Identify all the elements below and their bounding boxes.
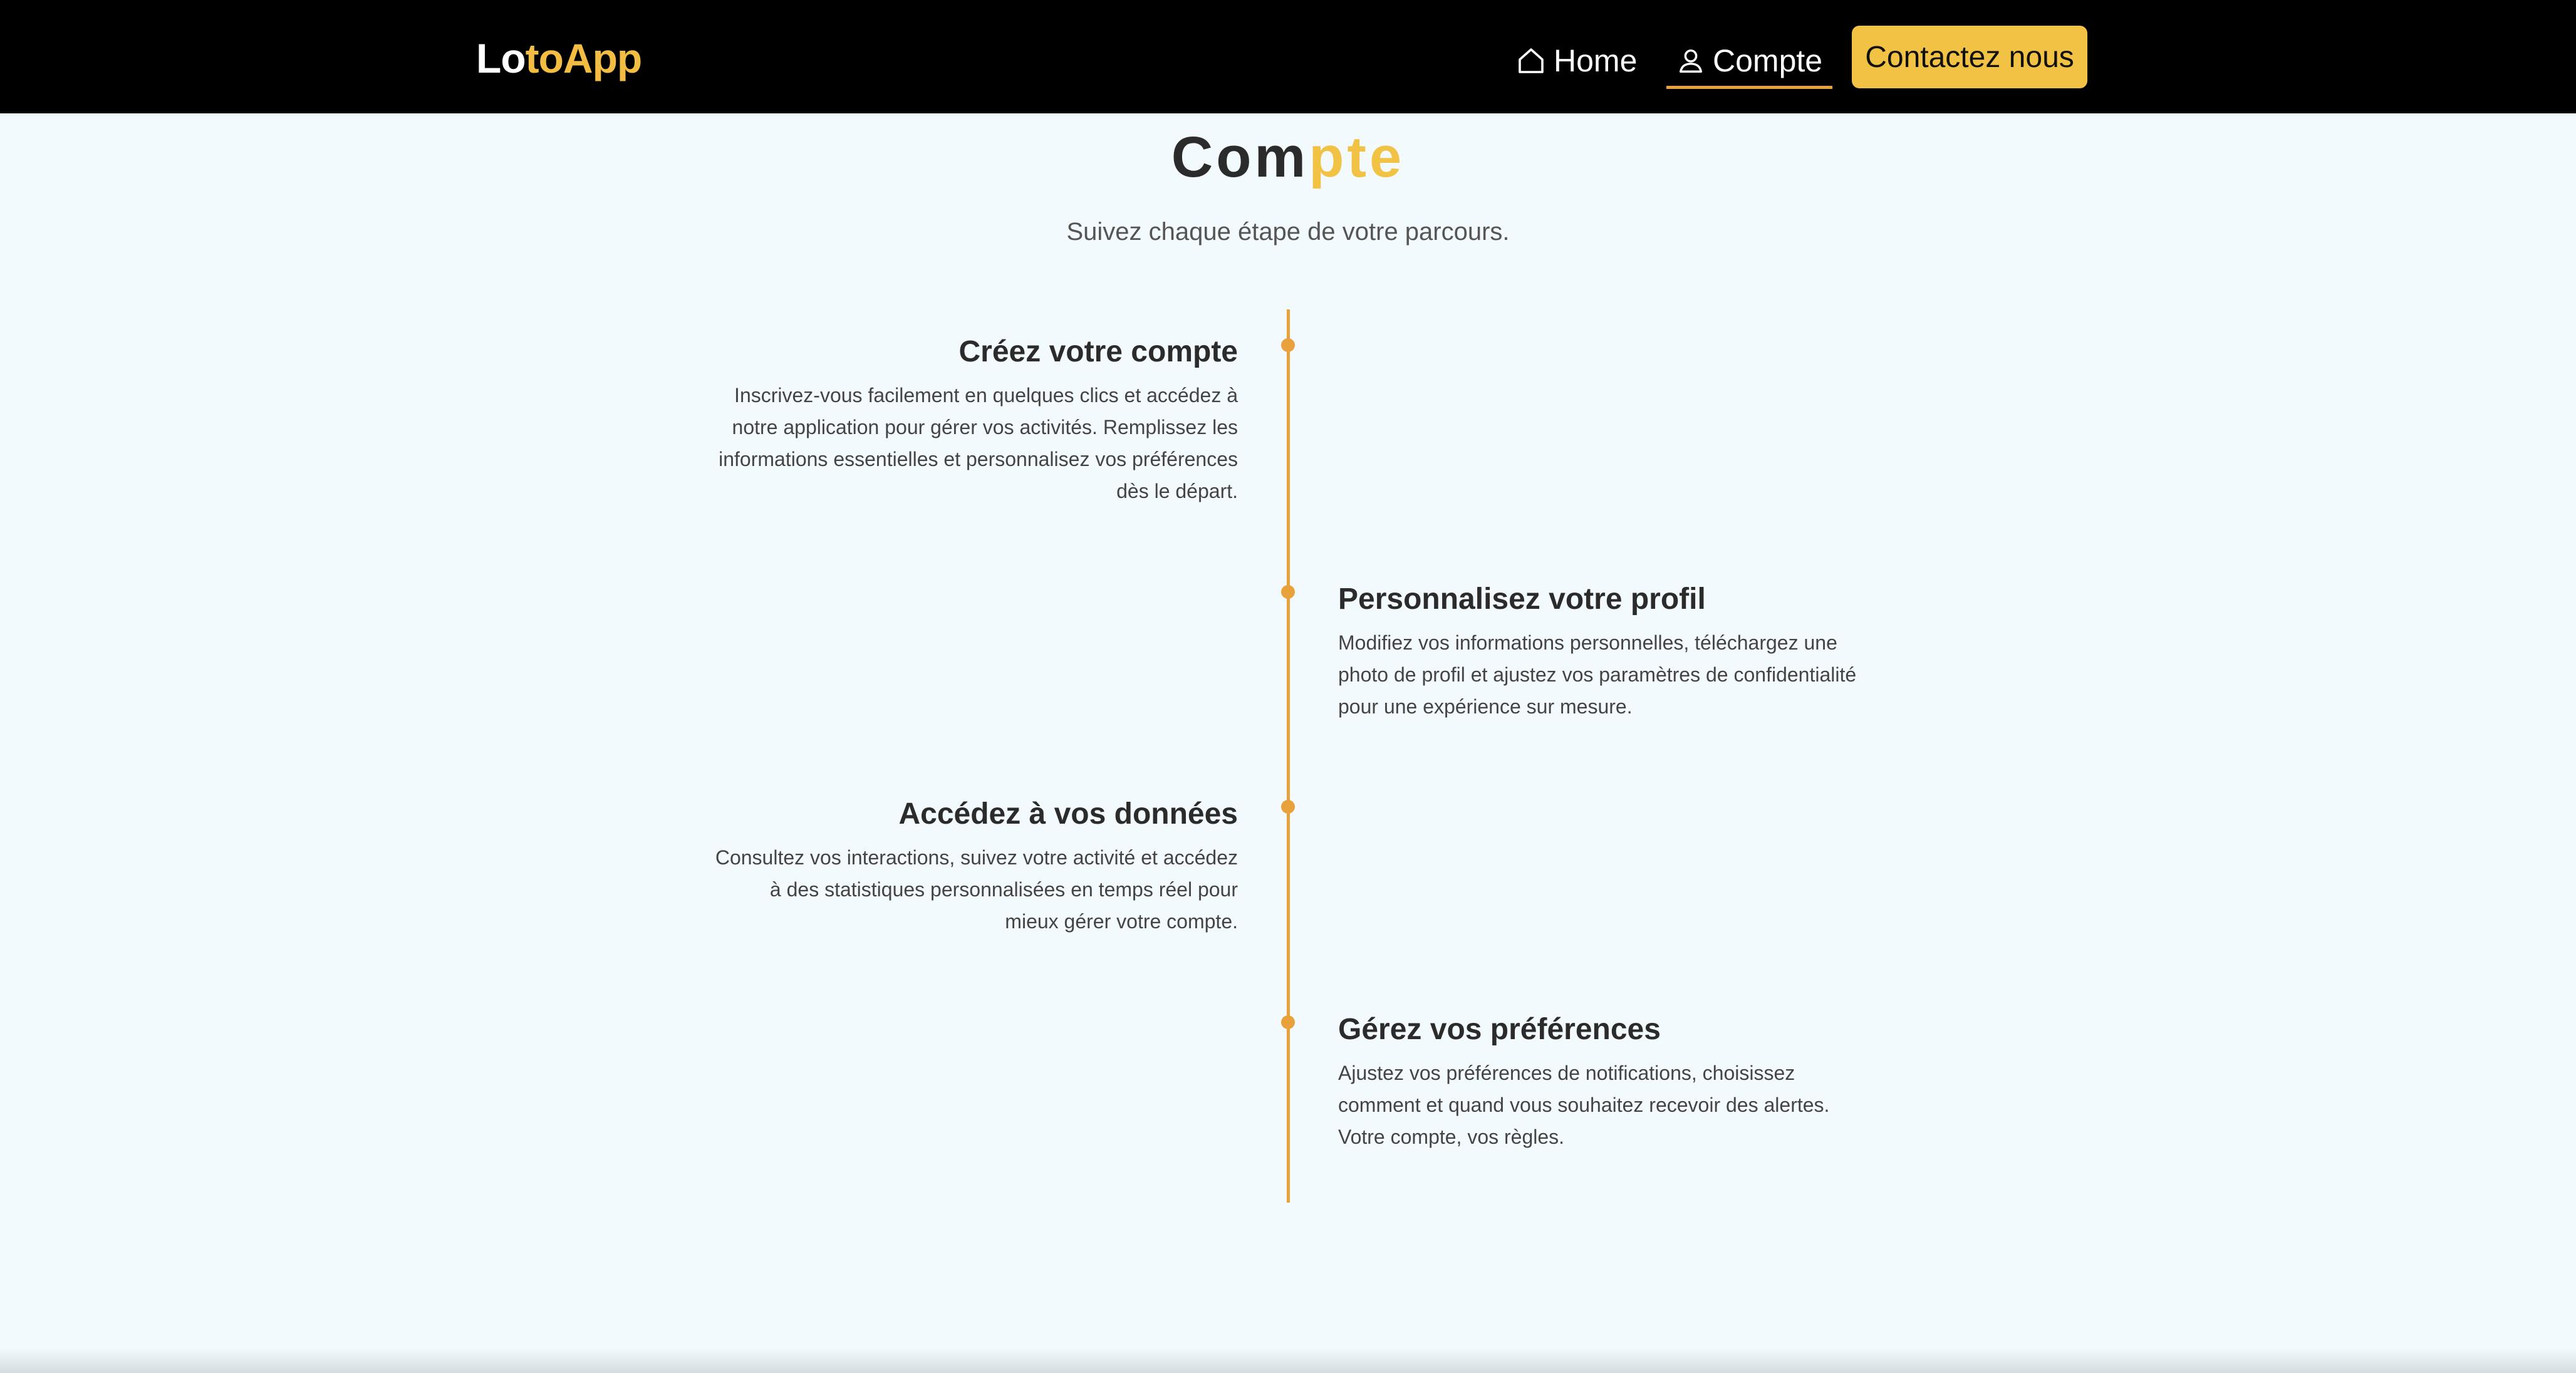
nav-compte-link[interactable]: Compte — [1666, 34, 1833, 89]
nav-home-link[interactable]: Home — [1516, 34, 1637, 88]
window-bottom-edge — [0, 1348, 2576, 1373]
nav-compte-label: Compte — [1713, 43, 1823, 78]
step-description: Consultez vos interactions, suivez votre… — [715, 846, 1238, 933]
step-title: Accédez à vos données — [898, 797, 1238, 831]
home-icon — [1519, 48, 1544, 73]
timeline-dot — [1281, 338, 1295, 352]
timeline-step-3: Accédez à vos données Consultez vos inte… — [712, 795, 1238, 938]
step-title: Personnalisez votre profil — [1338, 583, 1706, 616]
timeline-step-4: Gérez vos préférences Ajustez vos préfér… — [1338, 1011, 1864, 1153]
brand-text-accent: toApp — [525, 35, 643, 81]
step-description: Inscrivez-vous facilement en quelques cl… — [719, 384, 1238, 502]
timeline-dot — [1281, 800, 1295, 814]
user-icon — [1679, 49, 1703, 73]
timeline-dot — [1281, 585, 1295, 599]
step-description: Ajustez vos préférences de notifications… — [1338, 1062, 1830, 1148]
timeline-step-2: Personnalisez votre profil Modifiez vos … — [1338, 581, 1864, 723]
page-title: Compte — [0, 123, 2576, 192]
navbar: LotoApp Home Compte Contactez nous — [0, 0, 2576, 113]
step-title: Gérez vos préférences — [1338, 1013, 1661, 1046]
timeline-step-1: Créez votre compte Inscrivez-vous facile… — [712, 333, 1238, 507]
page-title-accent: pte — [1309, 125, 1405, 189]
step-description: Modifiez vos informations personnelles, … — [1338, 631, 1857, 718]
timeline-dot — [1281, 1015, 1295, 1029]
nav-home-label: Home — [1554, 43, 1638, 78]
contact-button[interactable]: Contactez nous — [1852, 26, 2087, 88]
timeline-line — [1287, 309, 1290, 1203]
page-title-primary: Com — [1171, 125, 1309, 189]
brand-logo[interactable]: LotoApp — [476, 33, 643, 84]
page-subtitle: Suivez chaque étape de votre parcours. — [1066, 218, 1510, 246]
step-title: Créez votre compte — [958, 335, 1238, 368]
brand-text-primary: Lo — [476, 35, 526, 81]
